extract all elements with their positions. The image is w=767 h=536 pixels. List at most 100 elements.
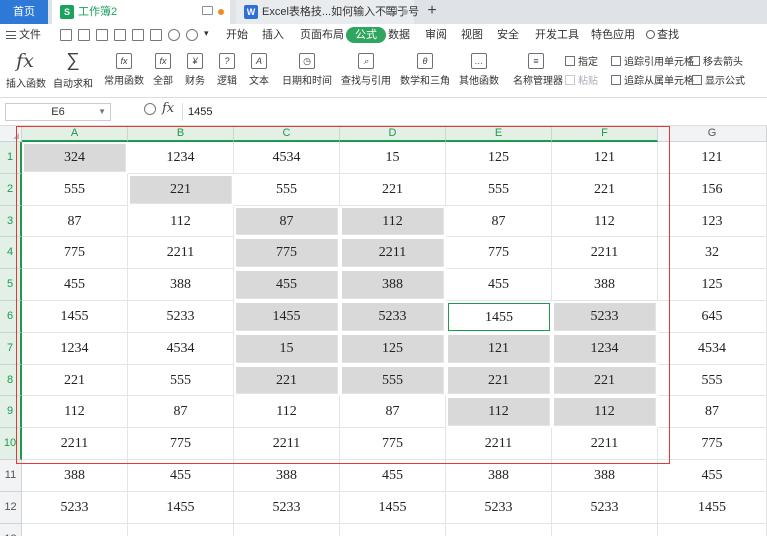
cell-d2[interactable]: 221 [340,173,446,206]
cell-b8[interactable]: 555 [128,364,234,397]
row-header-3[interactable]: 3 [0,205,22,238]
open-folder-icon[interactable] [78,29,90,41]
column-header-g[interactable]: G [658,126,767,142]
all-functions-button[interactable]: fx 全部 [151,50,175,87]
cell-b13[interactable] [128,523,234,536]
cell-e1[interactable]: 125 [446,142,552,174]
redo-icon[interactable] [186,29,198,41]
math-trig-button[interactable]: θ 数学和三角 [398,50,452,87]
cell-g4[interactable]: 32 [658,237,767,270]
column-header-a[interactable]: A [22,126,128,142]
cell-e5[interactable]: 455 [446,269,552,301]
cell-d13[interactable] [340,523,446,536]
cell-f13[interactable] [552,523,658,536]
column-header-d[interactable]: D [340,126,446,142]
cell-g12[interactable]: 1455 [658,491,767,524]
menu-tab-formulas[interactable]: 公式 [346,27,386,43]
cell-e13[interactable] [446,523,552,536]
column-header-c[interactable]: C [234,126,340,142]
close-dot-icon[interactable] [402,9,408,15]
cell-c11[interactable]: 388 [234,460,340,492]
cell-a9[interactable]: 112 [22,396,128,429]
cell-f7[interactable]: 1234 [554,334,656,363]
menu-tab-view[interactable]: 视图 [461,24,483,46]
cell-b4[interactable]: 2211 [128,237,234,270]
cell-f3[interactable]: 112 [552,205,658,238]
cell-a12[interactable]: 5233 [22,491,128,524]
cell-f6[interactable]: 5233 [554,303,656,331]
cell-d5[interactable]: 388 [342,271,444,299]
more-chevron-icon[interactable]: ▾ [204,28,216,40]
cell-a2[interactable]: 555 [22,173,128,206]
cell-e11[interactable]: 388 [446,460,552,492]
cell-f9[interactable]: 112 [554,398,656,427]
cell-c8[interactable]: 221 [236,366,338,395]
cell-d12[interactable]: 1455 [340,491,446,524]
cell-c5[interactable]: 455 [236,271,338,299]
zoom-icon[interactable] [144,103,156,115]
cell-b1[interactable]: 1234 [128,142,234,174]
trace-precedents-button[interactable]: 追踪引用单元格 [611,53,694,68]
undo-icon[interactable] [168,29,180,41]
cell-f1[interactable]: 121 [552,142,658,174]
cell-e12[interactable]: 5233 [446,491,552,524]
menu-tab-review[interactable]: 审阅 [425,24,447,46]
new-doc-icon[interactable] [60,29,72,41]
other-functions-button[interactable]: … 其他函数 [457,50,501,87]
cell-c12[interactable]: 5233 [234,491,340,524]
cell-b2[interactable]: 221 [130,175,232,204]
cell-c1[interactable]: 4534 [234,142,340,174]
row-header-9[interactable]: 9 [0,396,22,429]
cell-e2[interactable]: 555 [446,173,552,206]
cell-a6[interactable]: 1455 [22,301,128,333]
cell-g13[interactable] [658,523,767,536]
fx-icon[interactable]: fx [162,101,174,116]
formula-input[interactable]: 1455 [182,103,767,121]
cell-e4[interactable]: 775 [446,237,552,270]
common-functions-button[interactable]: fx 常用函数 [102,50,146,87]
column-header-e[interactable]: E [446,126,552,142]
cell-c4[interactable]: 775 [236,239,338,268]
specify-button[interactable]: 指定 [565,53,598,68]
row-header-11[interactable]: 11 [0,460,22,492]
row-header-1[interactable]: 1 [0,142,22,174]
menu-tab-special[interactable]: 特色应用 [591,24,635,46]
cell-g3[interactable]: 123 [658,205,767,238]
monitor-icon[interactable] [202,6,213,15]
select-all-corner[interactable] [0,126,22,142]
cell-g5[interactable]: 125 [658,269,767,301]
column-header-f[interactable]: F [552,126,658,142]
cell-d6[interactable]: 5233 [342,303,444,331]
cell-d4[interactable]: 2211 [342,239,444,268]
cell-g6[interactable]: 645 [658,301,767,333]
monitor-icon[interactable] [386,6,397,15]
cell-g9[interactable]: 87 [658,396,767,429]
name-box[interactable]: E6 ▼ [5,103,111,121]
document-tab-workbook[interactable]: S 工作簿2 [52,0,230,24]
menu-tab-insert[interactable]: 插入 [262,24,284,46]
file-menu[interactable]: 文件 [6,24,41,46]
cell-c9[interactable]: 112 [234,396,340,429]
cell-d1[interactable]: 15 [340,142,446,174]
name-manager-button[interactable]: ≡ 名称管理器 [513,50,563,87]
cell-b3[interactable]: 112 [128,205,234,238]
cell-a1[interactable]: 324 [24,144,126,172]
cell-d3[interactable]: 112 [342,207,444,236]
row-header-10[interactable]: 10 [0,428,22,460]
cell-g10[interactable]: 775 [658,428,767,460]
row-header-2[interactable]: 2 [0,173,22,206]
cell-f4[interactable]: 2211 [552,237,658,270]
cell-a3[interactable]: 87 [22,205,128,238]
row-header-6[interactable]: 6 [0,301,22,333]
cell-a5[interactable]: 455 [22,269,128,301]
cell-d8[interactable]: 555 [342,366,444,395]
cell-g2[interactable]: 156 [658,173,767,206]
trace-dependents-button[interactable]: 追踪从属单元格 [611,72,694,87]
chevron-down-icon[interactable]: ▼ [98,104,106,120]
cell-g8[interactable]: 555 [658,364,767,397]
menu-tab-data[interactable]: 数据 [388,24,410,46]
row-header-7[interactable]: 7 [0,332,22,365]
document-tab-article[interactable]: W Excel表格技...如何输入不等于号 [236,0,419,24]
cell-e9[interactable]: 112 [448,398,550,427]
cell-g11[interactable]: 455 [658,460,767,492]
